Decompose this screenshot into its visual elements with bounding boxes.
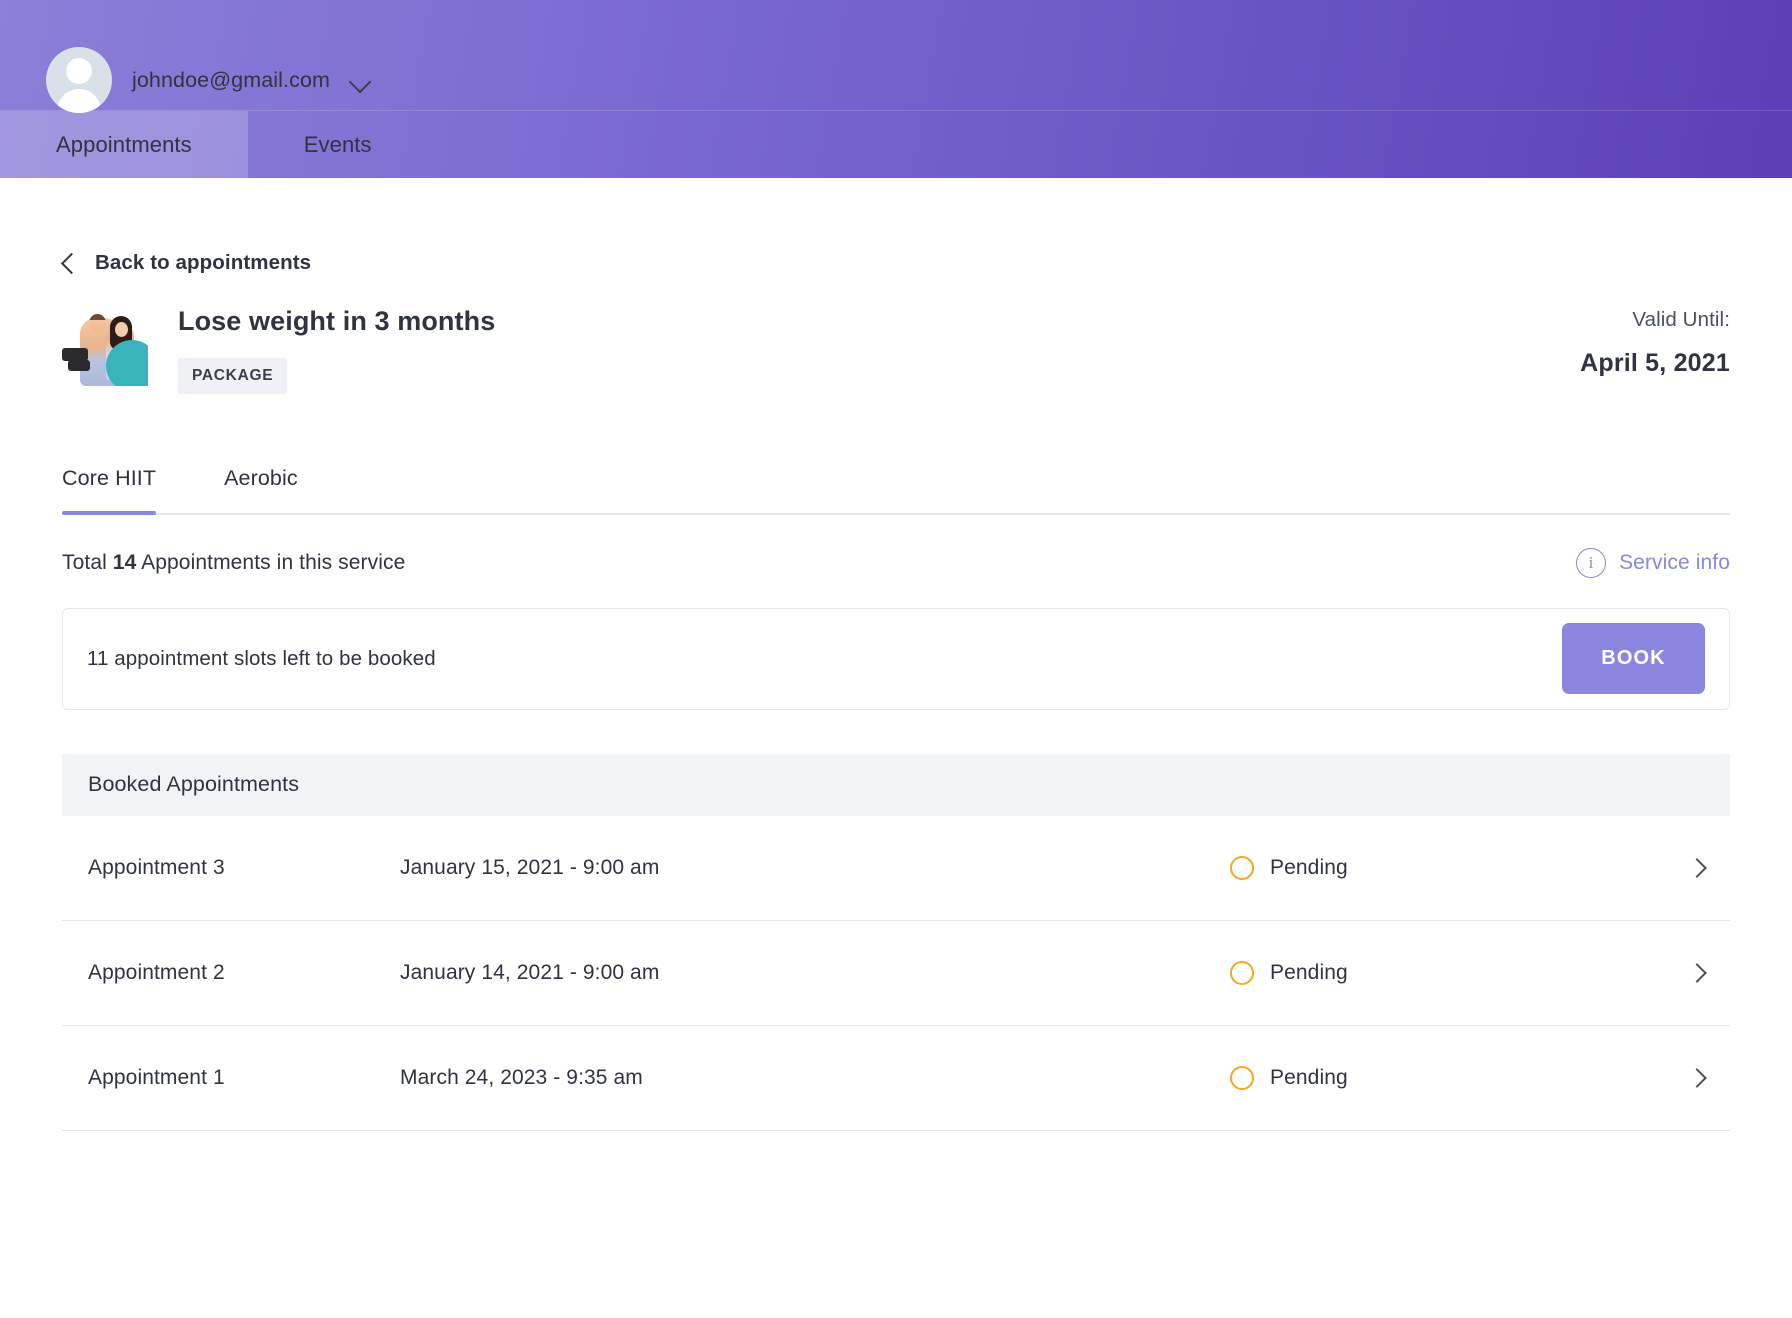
service-text-block: Lose weight in 3 months PACKAGE (178, 306, 495, 394)
appointment-status: Pending (1230, 856, 1660, 880)
tab-appointments-label: Appointments (56, 132, 192, 158)
valid-until-value: April 5, 2021 (1580, 349, 1730, 378)
table-row[interactable]: Appointment 3 January 15, 2021 - 9:00 am… (62, 816, 1730, 921)
status-badge: PACKAGE (178, 358, 287, 394)
chevron-right-icon (1687, 1068, 1707, 1088)
book-slots-card: 11 appointment slots left to be booked B… (62, 608, 1730, 710)
appointment-name: Appointment 1 (88, 1066, 400, 1090)
tab-events[interactable]: Events (248, 111, 428, 178)
page-title: Lose weight in 3 months (178, 306, 495, 337)
tab-events-label: Events (304, 132, 372, 158)
appointment-status: Pending (1230, 1066, 1660, 1090)
page-header: johndoe@gmail.com Appointments Events (0, 0, 1792, 178)
service-info-label: Service info (1619, 551, 1730, 575)
status-label: Pending (1270, 856, 1348, 880)
slots-left-text: 11 appointment slots left to be booked (87, 647, 436, 671)
user-avatar-icon (46, 47, 112, 113)
book-button[interactable]: BOOK (1562, 623, 1705, 694)
tab-appointments[interactable]: Appointments (0, 111, 248, 178)
table-row[interactable]: Appointment 1 March 24, 2023 - 9:35 am P… (62, 1026, 1730, 1131)
total-appointments-text: Total 14 Appointments in this service (62, 551, 405, 575)
status-indicator-icon (1230, 856, 1254, 880)
chevron-left-icon (61, 252, 82, 273)
appointment-name: Appointment 2 (88, 961, 400, 985)
total-prefix: Total (62, 551, 107, 574)
appointment-datetime: January 14, 2021 - 9:00 am (400, 961, 1230, 985)
chevron-right-icon (1687, 963, 1707, 983)
tab-core-hiit[interactable]: Core HIIT (62, 466, 156, 513)
account-email: johndoe@gmail.com (132, 68, 330, 93)
row-open-button[interactable] (1660, 966, 1720, 980)
total-suffix: Appointments in this service (141, 551, 405, 574)
status-label: Pending (1270, 961, 1348, 985)
status-indicator-icon (1230, 961, 1254, 985)
appointments-page: johndoe@gmail.com Appointments Events Ba… (0, 0, 1792, 1318)
back-link-label: Back to appointments (95, 251, 311, 275)
appointment-status: Pending (1230, 961, 1660, 985)
appointment-datetime: March 24, 2023 - 9:35 am (400, 1066, 1230, 1090)
table-section-header: Booked Appointments (62, 754, 1730, 816)
status-label: Pending (1270, 1066, 1348, 1090)
service-tab-bar: Core HIIT Aerobic (62, 466, 1730, 515)
valid-until-label: Valid Until: (1580, 308, 1730, 332)
main-content: Back to appointments Lose weight in 3 mo… (0, 178, 1792, 1131)
table-row[interactable]: Appointment 2 January 14, 2021 - 9:00 am… (62, 921, 1730, 1026)
total-count: 14 (113, 551, 137, 574)
booked-appointments-table: Booked Appointments Appointment 3 Januar… (62, 754, 1730, 1131)
tab-aerobic[interactable]: Aerobic (224, 466, 298, 513)
service-info-link[interactable]: i Service info (1576, 548, 1730, 578)
appointment-name: Appointment 3 (88, 856, 400, 880)
row-open-button[interactable] (1660, 1071, 1720, 1085)
chevron-down-icon[interactable] (349, 71, 372, 94)
account-menu[interactable]: johndoe@gmail.com (46, 47, 368, 113)
row-open-button[interactable] (1660, 861, 1720, 875)
totals-row: Total 14 Appointments in this service i … (62, 548, 1730, 578)
back-to-appointments-link[interactable]: Back to appointments (62, 251, 311, 275)
tab-core-hiit-label: Core HIIT (62, 466, 156, 490)
appointment-datetime: January 15, 2021 - 9:00 am (400, 856, 1230, 880)
table-section-title: Booked Appointments (88, 772, 299, 797)
info-circle-icon: i (1576, 548, 1606, 578)
valid-until-block: Valid Until: April 5, 2021 (1580, 308, 1730, 378)
service-header: Lose weight in 3 months PACKAGE Valid Un… (62, 306, 1730, 394)
status-indicator-icon (1230, 1066, 1254, 1090)
fitness-couple-thumbnail (62, 312, 148, 386)
chevron-right-icon (1687, 858, 1707, 878)
tab-aerobic-label: Aerobic (224, 466, 298, 490)
top-tab-bar: Appointments Events (0, 110, 1792, 178)
